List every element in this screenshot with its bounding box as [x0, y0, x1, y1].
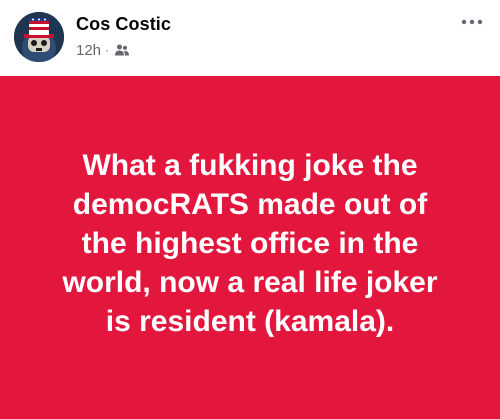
more-options-button[interactable] [456, 10, 490, 34]
post-timestamp[interactable]: 12h [76, 42, 101, 59]
avatar-image [14, 12, 64, 62]
avatar[interactable] [14, 12, 64, 62]
author-name[interactable]: Cos Costic [76, 14, 171, 35]
meta-separator: · [105, 43, 110, 57]
post-header: Cos Costic 12h · [0, 0, 500, 76]
post-background: What a fukking joke the democRATS made o… [0, 76, 500, 419]
more-options-icon [461, 19, 483, 25]
post-meta: 12h · [76, 40, 130, 60]
friends-icon[interactable] [114, 43, 130, 57]
post-text: What a fukking joke the democRATS made o… [62, 149, 438, 338]
post-card: Cos Costic 12h · What a fukking joke the… [0, 0, 500, 419]
